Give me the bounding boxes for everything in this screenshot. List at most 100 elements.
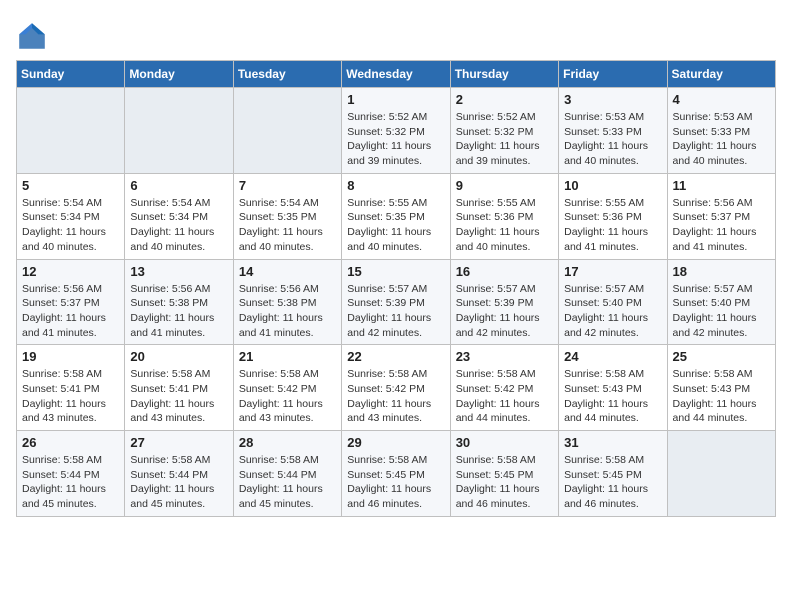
day-detail: Sunrise: 5:58 AM Sunset: 5:42 PM Dayligh… [456,367,553,426]
day-number: 1 [347,92,444,107]
calendar-cell: 21 Sunrise: 5:58 AM Sunset: 5:42 PM Dayli… [233,345,341,431]
calendar-cell: 27 Sunrise: 5:58 AM Sunset: 5:44 PM Dayli… [125,431,233,517]
calendar-cell: 15 Sunrise: 5:57 AM Sunset: 5:39 PM Dayli… [342,259,450,345]
day-number: 27 [130,435,227,450]
calendar-cell: 20 Sunrise: 5:58 AM Sunset: 5:41 PM Dayli… [125,345,233,431]
day-of-week-header: Thursday [450,61,558,88]
calendar-cell: 1 Sunrise: 5:52 AM Sunset: 5:32 PM Daylig… [342,88,450,174]
day-number: 28 [239,435,336,450]
calendar-cell: 23 Sunrise: 5:58 AM Sunset: 5:42 PM Dayli… [450,345,558,431]
day-number: 9 [456,178,553,193]
calendar-cell: 5 Sunrise: 5:54 AM Sunset: 5:34 PM Daylig… [17,173,125,259]
calendar-cell: 14 Sunrise: 5:56 AM Sunset: 5:38 PM Dayli… [233,259,341,345]
calendar-cell: 29Sunrise: 5:58 AM Sunset: 5:45 PM Dayli… [342,431,450,517]
calendar-cell: 17Sunrise: 5:57 AM Sunset: 5:40 PM Dayli… [559,259,667,345]
day-number: 25 [673,349,770,364]
calendar-cell: 31 Sunrise: 5:58 AM Sunset: 5:45 PM Dayli… [559,431,667,517]
day-number: 18 [673,264,770,279]
day-number: 4 [673,92,770,107]
calendar-cell: 10 Sunrise: 5:55 AM Sunset: 5:36 PM Dayli… [559,173,667,259]
calendar-cell: 7 Sunrise: 5:54 AM Sunset: 5:35 PM Daylig… [233,173,341,259]
day-number: 11 [673,178,770,193]
day-detail: Sunrise: 5:57 AM Sunset: 5:39 PM Dayligh… [347,282,444,341]
day-detail: Sunrise: 5:58 AM Sunset: 5:42 PM Dayligh… [239,367,336,426]
page-header [16,16,776,52]
calendar-cell [17,88,125,174]
calendar-cell: 16 Sunrise: 5:57 AM Sunset: 5:39 PM Dayli… [450,259,558,345]
day-number: 17 [564,264,661,279]
day-number: 30 [456,435,553,450]
day-number: 22 [347,349,444,364]
day-number: 16 [456,264,553,279]
day-number: 13 [130,264,227,279]
day-of-week-header: Tuesday [233,61,341,88]
day-number: 10 [564,178,661,193]
day-detail: Sunrise: 5:56 AM Sunset: 5:38 PM Dayligh… [239,282,336,341]
day-detail: Sunrise: 5:55 AM Sunset: 5:36 PM Dayligh… [564,196,661,255]
day-of-week-header: Monday [125,61,233,88]
day-number: 15 [347,264,444,279]
day-detail: Sunrise: 5:58 AM Sunset: 5:41 PM Dayligh… [22,367,119,426]
calendar-cell: 24Sunrise: 5:58 AM Sunset: 5:43 PM Dayli… [559,345,667,431]
day-detail: Sunrise: 5:54 AM Sunset: 5:34 PM Dayligh… [22,196,119,255]
day-detail: Sunrise: 5:56 AM Sunset: 5:37 PM Dayligh… [673,196,770,255]
day-number: 7 [239,178,336,193]
calendar-cell [233,88,341,174]
day-detail: Sunrise: 5:58 AM Sunset: 5:44 PM Dayligh… [239,453,336,512]
calendar-week-row: 12Sunrise: 5:56 AM Sunset: 5:37 PM Dayli… [17,259,776,345]
day-of-week-header: Saturday [667,61,775,88]
calendar-cell: 3 Sunrise: 5:53 AM Sunset: 5:33 PM Daylig… [559,88,667,174]
calendar-cell: 12Sunrise: 5:56 AM Sunset: 5:37 PM Dayli… [17,259,125,345]
calendar-cell: 18 Sunrise: 5:57 AM Sunset: 5:40 PM Dayli… [667,259,775,345]
day-number: 3 [564,92,661,107]
calendar-cell: 26 Sunrise: 5:58 AM Sunset: 5:44 PM Dayli… [17,431,125,517]
day-detail: Sunrise: 5:58 AM Sunset: 5:43 PM Dayligh… [673,367,770,426]
calendar-cell: 30 Sunrise: 5:58 AM Sunset: 5:45 PM Dayli… [450,431,558,517]
calendar-week-row: 26 Sunrise: 5:58 AM Sunset: 5:44 PM Dayli… [17,431,776,517]
calendar-week-row: 19Sunrise: 5:58 AM Sunset: 5:41 PM Dayli… [17,345,776,431]
calendar-cell: 6 Sunrise: 5:54 AM Sunset: 5:34 PM Daylig… [125,173,233,259]
day-detail: Sunrise: 5:54 AM Sunset: 5:34 PM Dayligh… [130,196,227,255]
day-detail: Sunrise: 5:55 AM Sunset: 5:36 PM Dayligh… [456,196,553,255]
day-detail: Sunrise: 5:53 AM Sunset: 5:33 PM Dayligh… [564,110,661,169]
day-number: 31 [564,435,661,450]
calendar-cell: 22Sunrise: 5:58 AM Sunset: 5:42 PM Dayli… [342,345,450,431]
day-number: 6 [130,178,227,193]
calendar-header-row: SundayMondayTuesdayWednesdayThursdayFrid… [17,61,776,88]
day-detail: Sunrise: 5:58 AM Sunset: 5:45 PM Dayligh… [564,453,661,512]
day-detail: Sunrise: 5:58 AM Sunset: 5:45 PM Dayligh… [347,453,444,512]
day-number: 26 [22,435,119,450]
day-detail: Sunrise: 5:56 AM Sunset: 5:38 PM Dayligh… [130,282,227,341]
calendar-cell [125,88,233,174]
day-number: 12 [22,264,119,279]
calendar-cell: 11 Sunrise: 5:56 AM Sunset: 5:37 PM Dayli… [667,173,775,259]
calendar-cell: 4 Sunrise: 5:53 AM Sunset: 5:33 PM Daylig… [667,88,775,174]
day-detail: Sunrise: 5:58 AM Sunset: 5:43 PM Dayligh… [564,367,661,426]
day-of-week-header: Friday [559,61,667,88]
day-detail: Sunrise: 5:52 AM Sunset: 5:32 PM Dayligh… [347,110,444,169]
calendar-week-row: 5 Sunrise: 5:54 AM Sunset: 5:34 PM Daylig… [17,173,776,259]
calendar-cell: 28 Sunrise: 5:58 AM Sunset: 5:44 PM Dayli… [233,431,341,517]
day-number: 21 [239,349,336,364]
day-number: 20 [130,349,227,364]
day-detail: Sunrise: 5:57 AM Sunset: 5:39 PM Dayligh… [456,282,553,341]
day-detail: Sunrise: 5:58 AM Sunset: 5:44 PM Dayligh… [130,453,227,512]
day-detail: Sunrise: 5:57 AM Sunset: 5:40 PM Dayligh… [673,282,770,341]
day-number: 8 [347,178,444,193]
day-detail: Sunrise: 5:53 AM Sunset: 5:33 PM Dayligh… [673,110,770,169]
day-detail: Sunrise: 5:54 AM Sunset: 5:35 PM Dayligh… [239,196,336,255]
calendar-cell: 9 Sunrise: 5:55 AM Sunset: 5:36 PM Daylig… [450,173,558,259]
day-number: 23 [456,349,553,364]
day-detail: Sunrise: 5:55 AM Sunset: 5:35 PM Dayligh… [347,196,444,255]
day-detail: Sunrise: 5:58 AM Sunset: 5:44 PM Dayligh… [22,453,119,512]
day-detail: Sunrise: 5:58 AM Sunset: 5:41 PM Dayligh… [130,367,227,426]
day-of-week-header: Sunday [17,61,125,88]
day-detail: Sunrise: 5:58 AM Sunset: 5:45 PM Dayligh… [456,453,553,512]
day-of-week-header: Wednesday [342,61,450,88]
calendar-cell: 19Sunrise: 5:58 AM Sunset: 5:41 PM Dayli… [17,345,125,431]
logo [16,20,52,52]
day-number: 5 [22,178,119,193]
calendar-cell: 13 Sunrise: 5:56 AM Sunset: 5:38 PM Dayli… [125,259,233,345]
calendar-cell: 25 Sunrise: 5:58 AM Sunset: 5:43 PM Dayli… [667,345,775,431]
day-number: 14 [239,264,336,279]
